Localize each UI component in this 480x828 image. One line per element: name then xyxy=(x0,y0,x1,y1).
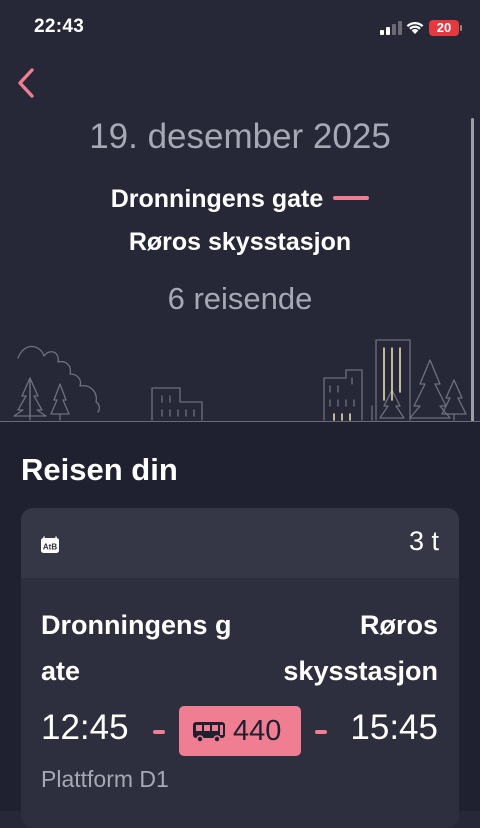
bus-line-badge[interactable]: 440 xyxy=(179,706,301,756)
operator-label: AtB xyxy=(43,543,57,552)
back-button[interactable] xyxy=(8,62,48,102)
travelers-count: 6 reisende xyxy=(167,281,313,316)
battery-indicator: 20 xyxy=(429,20,459,36)
route-dash xyxy=(333,196,370,201)
departure-time: 12:45 xyxy=(41,708,129,747)
line-number: 440 xyxy=(233,715,282,747)
platform-label: Plattform D1 xyxy=(41,766,169,792)
cellular-signal-icon xyxy=(380,21,402,35)
trip-card-header: AtB 3 t xyxy=(21,508,459,578)
trip-date: 19. desember 2025 xyxy=(89,117,391,156)
skyline-illustration xyxy=(13,339,467,421)
bus-icon xyxy=(193,722,225,743)
arrival-time: 15:45 xyxy=(350,708,438,747)
trip-duration: 3 t xyxy=(408,526,439,556)
status-bar: 22:43 20 xyxy=(0,0,480,56)
atb-logo-icon: AtB xyxy=(41,536,59,553)
arrival-stop: Røros skysstasjon xyxy=(283,610,438,686)
wifi-icon xyxy=(406,21,424,34)
route-to: Røros skysstasjon xyxy=(128,228,352,256)
section-title: Reisen din xyxy=(21,452,178,487)
trip-card[interactable]: AtB 3 t Dronningens gate Røros skysstasj… xyxy=(21,508,459,828)
departure-stop: Dronningens gate xyxy=(41,610,232,686)
battery-tip xyxy=(460,25,462,31)
time-separator-right xyxy=(315,730,327,734)
chevron-left-icon xyxy=(18,68,34,98)
route-from: Dronningens gate xyxy=(110,185,324,213)
status-time: 22:43 xyxy=(34,16,85,37)
time-separator-left xyxy=(153,730,165,734)
route-summary: Dronningens gate Røros skysstasjon xyxy=(0,182,480,258)
